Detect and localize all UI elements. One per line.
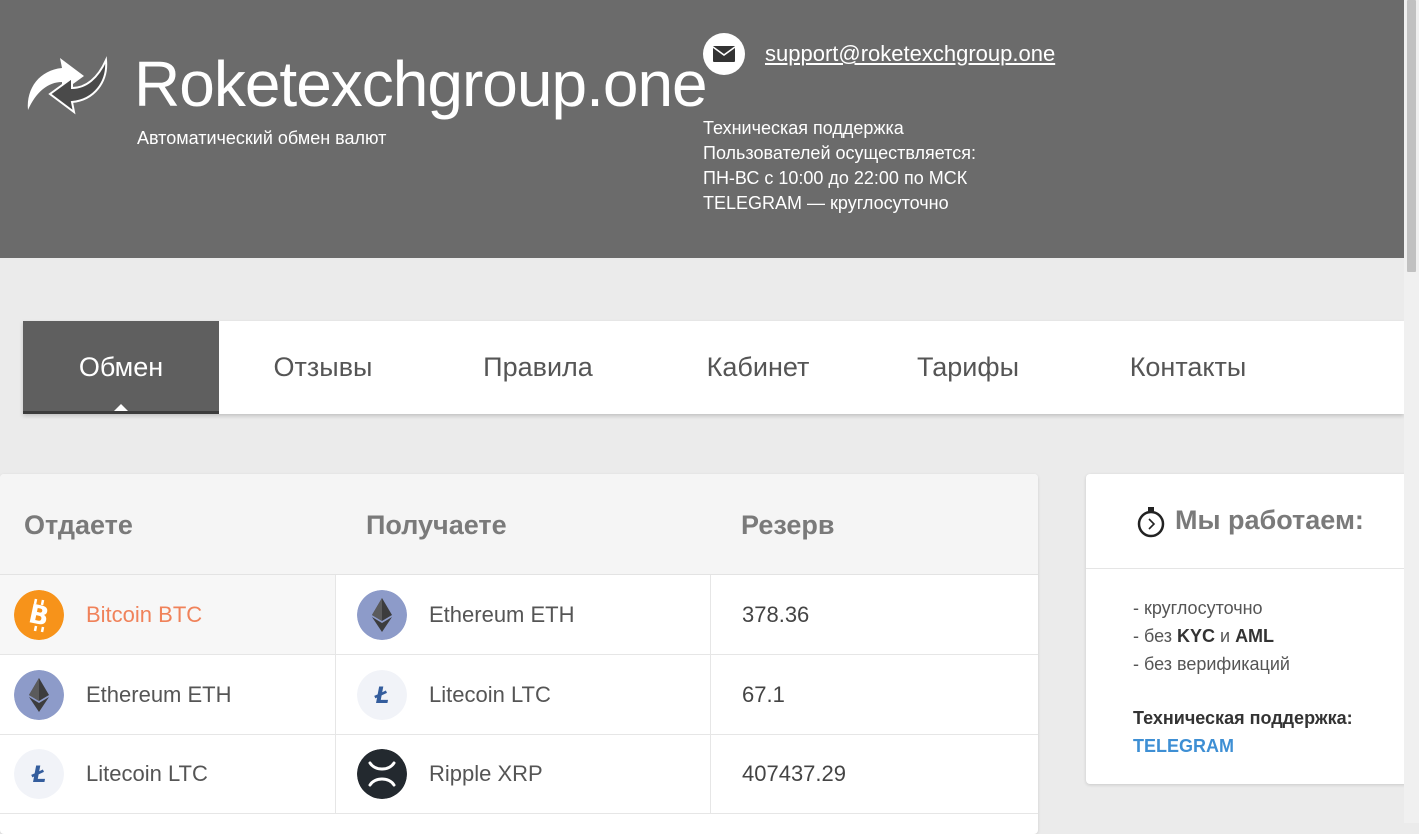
main-nav: Обмен Отзывы Правила Кабинет Тарифы Конт… <box>23 321 1404 414</box>
svg-text:Ł: Ł <box>374 684 390 709</box>
give-cell[interactable]: B Bitcoin BTC <box>0 575 336 654</box>
column-header-get: Получаете <box>366 510 507 540</box>
litecoin-icon: Ł <box>357 670 407 720</box>
get-currency-label: Ethereum ETH <box>429 602 575 627</box>
give-cell[interactable]: Ethereum ETH <box>0 655 336 734</box>
nav-item-rules[interactable]: Правила <box>463 321 613 414</box>
stopwatch-icon <box>1137 507 1165 538</box>
ethereum-icon <box>357 590 407 640</box>
column-header-give: Отдаете <box>24 510 133 540</box>
nav-item-reviews[interactable]: Отзывы <box>253 321 393 414</box>
panel-header: Мы работаем: <box>1086 474 1419 569</box>
support-hours: Техническая поддержка Пользователей осущ… <box>703 116 976 216</box>
nav-item-tariffs[interactable]: Тарифы <box>898 321 1038 414</box>
support-line: TELEGRAM — круглосуточно <box>703 193 949 213</box>
nav-item-contacts[interactable]: Контакты <box>1108 321 1268 414</box>
panel-title: Мы работаем: <box>1175 505 1364 535</box>
condition-line: - без KYC и AML <box>1133 626 1275 646</box>
get-cell[interactable]: Ethereum ETH <box>336 575 711 654</box>
nav-item-cabinet[interactable]: Кабинет <box>683 321 833 414</box>
ethereum-icon <box>14 670 64 720</box>
give-currency-label: Ethereum ETH <box>86 682 232 707</box>
table-row[interactable]: Ł Litecoin LTC Ripple XRP 407437.29 <box>0 734 1038 814</box>
table-row[interactable]: B Bitcoin BTC Ethereum ETH 378.36 <box>0 575 1038 655</box>
bitcoin-icon: B <box>14 590 64 640</box>
condition-line: - круглосуточно <box>1133 598 1263 618</box>
svg-text:Ł: Ł <box>31 763 47 788</box>
working-conditions: - круглосуточно - без KYC и AML - без ве… <box>1133 594 1290 678</box>
reserve-value: 378.36 <box>742 602 810 627</box>
mail-icon <box>703 33 745 75</box>
reserve-cell: 378.36 <box>711 575 1038 654</box>
reserve-value: 407437.29 <box>742 761 846 786</box>
get-currency-label: Ripple XRP <box>429 761 543 786</box>
support-line: Пользователей осуществляется: <box>703 143 976 163</box>
reserve-value: 67.1 <box>742 682 785 707</box>
get-cell[interactable]: Ł Litecoin LTC <box>336 655 711 734</box>
give-cell[interactable]: Ł Litecoin LTC <box>0 734 336 813</box>
support-line: Техническая поддержка <box>703 118 904 138</box>
site-name[interactable]: Roketexchgroup.one <box>134 44 708 124</box>
scrollbar-thumb[interactable] <box>1407 0 1416 272</box>
support-line: ПН-ВС с 10:00 до 22:00 по МСК <box>703 168 968 188</box>
table-row[interactable]: Ethereum ETH Ł Litecoin LTC 67.1 <box>0 655 1038 735</box>
reserve-cell: 67.1 <box>711 655 1038 734</box>
kyc-label: KYC <box>1176 626 1215 646</box>
nav-item-exchange[interactable]: Обмен <box>23 321 219 414</box>
site-tagline: Автоматический обмен валют <box>137 128 387 148</box>
exchange-table: Отдаете Получаете Резерв B Bitcoin BTC E… <box>0 474 1038 834</box>
aml-label: AML <box>1235 626 1275 646</box>
working-hours-panel: Мы работаем: - круглосуточно - без KYC и… <box>1086 474 1419 784</box>
ripple-icon <box>357 749 407 799</box>
column-header-reserve: Резерв <box>741 510 835 540</box>
site-header: Roketexchgroup.one Автоматический обмен … <box>0 0 1404 258</box>
support-email-link[interactable]: support@roketexchgroup.one <box>765 41 1055 67</box>
give-currency-label: Bitcoin BTC <box>86 602 203 627</box>
exchange-arrows-logo-icon[interactable] <box>22 52 108 118</box>
get-currency-label: Litecoin LTC <box>429 682 551 707</box>
get-cell[interactable]: Ripple XRP <box>336 734 711 813</box>
telegram-link[interactable]: TELEGRAM <box>1133 736 1234 757</box>
give-currency-label: Litecoin LTC <box>86 761 208 786</box>
reserve-cell: 407437.29 <box>711 734 1038 813</box>
condition-line: - без верификаций <box>1133 654 1290 674</box>
litecoin-icon: Ł <box>14 749 64 799</box>
support-label: Техническая поддержка: <box>1133 708 1353 728</box>
page-scrollbar[interactable] <box>1404 0 1419 823</box>
exchange-table-header: Отдаете Получаете Резерв <box>0 474 1038 575</box>
